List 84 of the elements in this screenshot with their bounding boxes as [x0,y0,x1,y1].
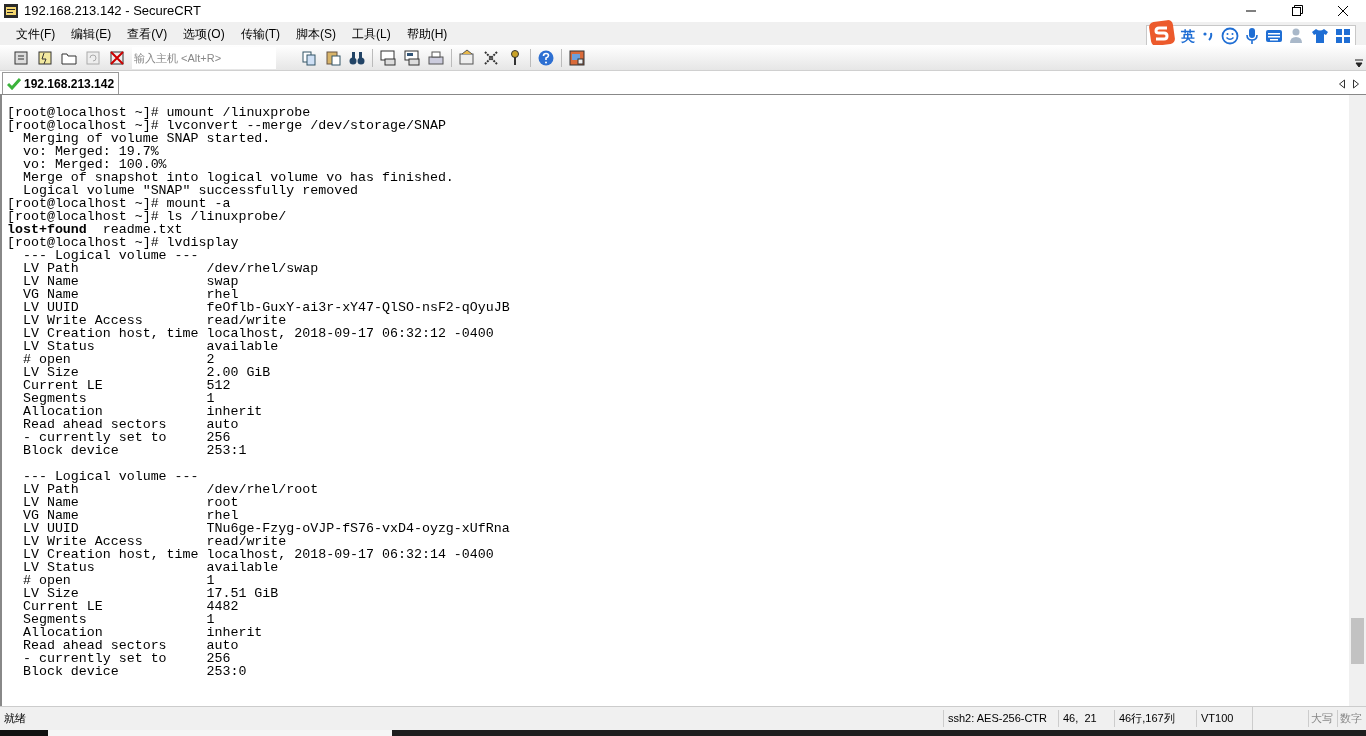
terminal-line: [root@localhost ~]# umount /linuxprobe [7,106,312,119]
connect-icon[interactable] [12,48,30,67]
terminal-line: [root@localhost ~]# mount -a [7,197,231,210]
terminal-line: Block device 253:0 [21,665,248,678]
terminal-line: lost+found readme.txt [7,223,184,236]
print-selection-icon[interactable] [403,48,421,67]
terminal-line: LV UUID TNu6ge-Fzyg-oVJP-fS76-vxD4-oyzg-xUfRna [21,522,511,535]
terminal-line: Allocation inherit [21,626,264,639]
terminal-line: - currently set to 256 [21,652,232,665]
terminal-line: Current LE 512 [21,379,232,392]
terminal-line: Read ahead sectors auto [21,639,240,652]
terminal-line: vo: Merged: 19.7% [21,145,160,158]
terminal-line: # open 2 [21,353,216,366]
menu-item[interactable]: 工具(L) [344,24,399,43]
keyboard-icon[interactable] [1265,29,1283,43]
shirt-icon[interactable] [1311,28,1329,44]
quick-connect-icon[interactable] [36,48,54,67]
host-field[interactable]: 输入主机 <Alt+R> [132,46,276,69]
ime-logo-icon[interactable] [1149,20,1175,46]
session-tab[interactable]: 192.168.213.142 [2,72,120,94]
terminal-line: - currently set to 256 [21,431,232,444]
terminal-line: Merging of volume SNAP started. [22,132,271,145]
cipher-status: ssh2: AES-256-CTR [943,710,1058,727]
disconnect-icon[interactable] [108,48,126,67]
menu-item[interactable]: 编辑(E) [63,24,120,43]
terminal-line: Current LE 4482 [21,600,240,613]
terminal-line: LV Write Access read/write [21,535,287,548]
terminal-size: 46行,167列 [1114,710,1196,727]
app-icon [3,3,19,19]
caps-indicator: 大写 [1308,710,1337,727]
tab-right-icon[interactable] [1352,78,1360,89]
num-indicator: 数字 [1337,710,1366,727]
microphone-icon[interactable] [1245,27,1259,45]
terminal-line: LV Name root [21,496,240,509]
terminal-line: LV Status available [21,340,280,353]
checkmark-icon [7,77,21,90]
grid-icon[interactable] [1335,28,1351,44]
terminal-line: LV Path /dev/rhel/root [21,483,320,496]
menu-item[interactable]: 脚本(S) [288,24,344,43]
terminal-line: # open 1 [21,574,216,587]
terminal-line: LV Name swap [21,275,239,288]
toolbar-overflow-icon[interactable] [1354,58,1364,68]
paste-icon[interactable] [324,48,342,67]
terminal-line: VG Name rhel [21,509,240,522]
terminal-line: Read ahead sectors auto [21,418,240,431]
menu-item[interactable]: 帮助(H) [398,24,456,43]
terminal-line: LV Size 2.00 GiB [21,366,272,379]
terminal-line: --- Logical volume --- [21,470,200,483]
terminal-line: LV Write Access read/write [21,314,287,327]
terminal-line: Logical volume "SNAP" successfully removed [22,184,360,197]
printer-icon[interactable] [427,48,445,67]
terminal-line: [root@localhost ~]# lvconvert --merge /dev/storage/SNAP [7,119,447,132]
terminal-line: Merge of snapshot into logical volume vo has finished. [21,171,455,184]
terminal-line: [root@localhost ~]# ls /linuxprobe/ [7,210,288,223]
terminal-line: LV Status available [21,561,280,574]
menu-item[interactable]: 查看(V) [119,24,176,43]
terminal-line: VG Name rhel [21,288,240,301]
terminal-line: Segments 1 [21,392,216,405]
lock-window-icon[interactable] [568,48,586,67]
window-title: 192.168.213.142 - SecureCRT [24,2,201,21]
cursor-position: 46, 21 [1058,710,1114,727]
terminal-line: LV Path /dev/rhel/swap [21,262,320,275]
copy-icon[interactable] [300,48,318,67]
terminal-line: LV Size 17.51 GiB [21,587,280,600]
terminal-line: LV Creation host, time localhost, 2018-09-17 06:32:12 -0400 [21,327,495,340]
status-message: 就绪 [3,711,27,727]
terminal-line: [root@localhost ~]# lvdisplay [7,236,240,249]
tab-left-icon[interactable] [1338,78,1346,89]
smiley-icon[interactable] [1221,27,1239,45]
terminal-line: Allocation inherit [21,405,264,418]
scrollbar[interactable] [1349,95,1366,706]
help-icon[interactable] [537,48,555,67]
terminal-line: LV UUID feOflb-GuxY-ai3r-xY47-QlSO-nsF2-qOyuJB [21,301,511,314]
terminal-line: --- Logical volume --- [22,249,199,262]
terminal-line: Segments 1 [21,613,216,626]
menu-item[interactable]: 选项(O) [175,24,233,43]
menu-item[interactable]: 传输(T) [232,24,288,43]
terminal-line: Block device 253:1 [21,444,248,457]
print-screen-icon[interactable] [379,48,397,67]
terminal-type: VT100 [1196,710,1252,727]
ime-language[interactable]: 英 [1181,25,1195,47]
menu-item[interactable]: 文件(F) [8,24,64,43]
terminal-line: vo: Merged: 100.0% [21,158,168,171]
terminal-line: LV Creation host, time localhost, 2018-09-17 06:32:14 -0400 [21,548,495,561]
